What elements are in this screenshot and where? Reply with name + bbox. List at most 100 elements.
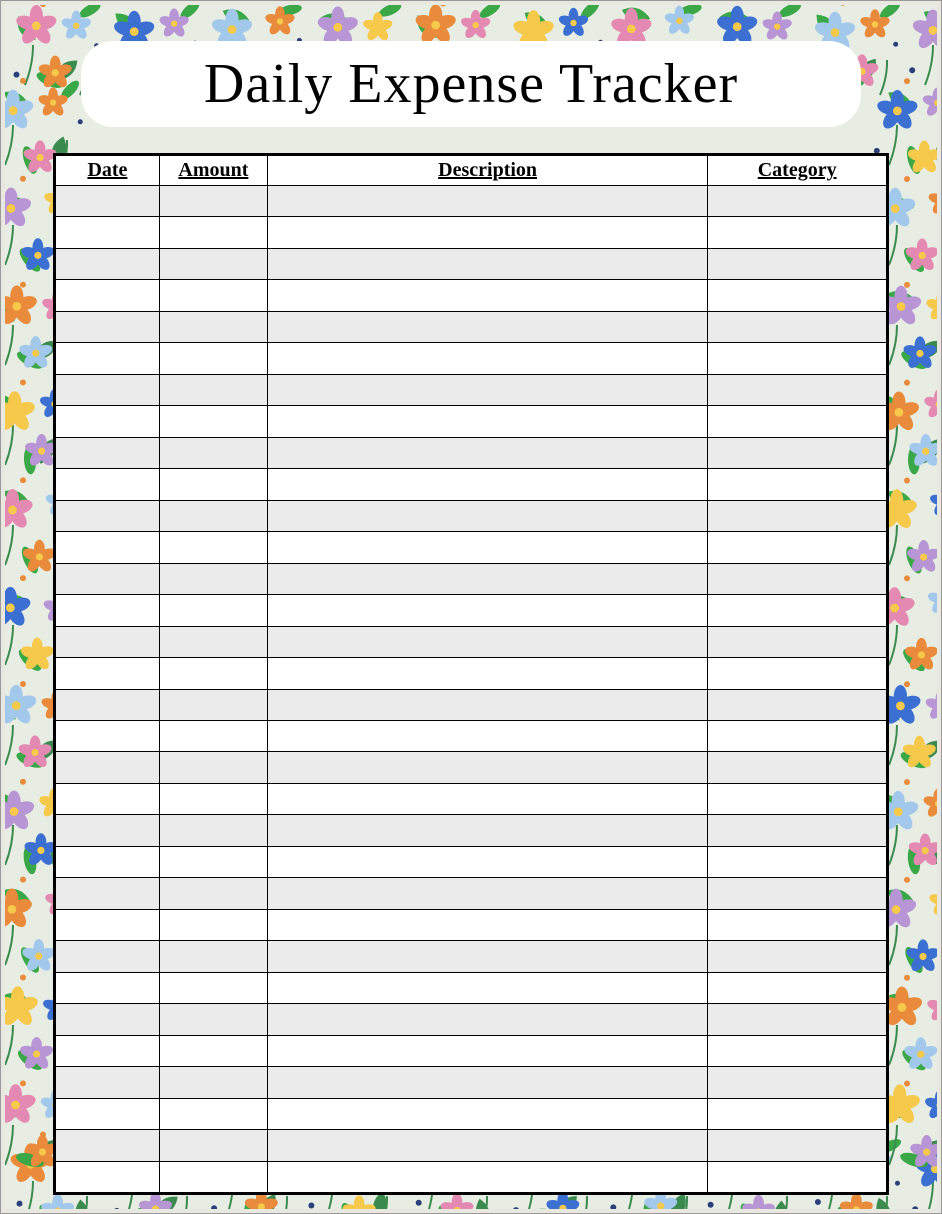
table-cell[interactable] xyxy=(708,1161,887,1192)
table-cell[interactable] xyxy=(708,500,887,531)
table-cell[interactable] xyxy=(159,437,267,468)
table-cell[interactable] xyxy=(56,1130,160,1161)
table-cell[interactable] xyxy=(159,248,267,279)
table-cell[interactable] xyxy=(159,374,267,405)
table-cell[interactable] xyxy=(56,1035,160,1066)
table-cell[interactable] xyxy=(267,878,707,909)
table-cell[interactable] xyxy=(56,752,160,783)
table-cell[interactable] xyxy=(56,437,160,468)
table-cell[interactable] xyxy=(159,720,267,751)
table-cell[interactable] xyxy=(159,1161,267,1192)
table-cell[interactable] xyxy=(267,374,707,405)
table-cell[interactable] xyxy=(708,1067,887,1098)
table-cell[interactable] xyxy=(56,311,160,342)
table-cell[interactable] xyxy=(159,1004,267,1035)
table-cell[interactable] xyxy=(56,815,160,846)
table-cell[interactable] xyxy=(56,1098,160,1129)
table-cell[interactable] xyxy=(708,1004,887,1035)
table-cell[interactable] xyxy=(267,720,707,751)
table-cell[interactable] xyxy=(708,720,887,751)
table-cell[interactable] xyxy=(56,689,160,720)
table-cell[interactable] xyxy=(708,689,887,720)
table-cell[interactable] xyxy=(708,972,887,1003)
table-cell[interactable] xyxy=(708,280,887,311)
table-cell[interactable] xyxy=(159,658,267,689)
table-cell[interactable] xyxy=(267,311,707,342)
table-cell[interactable] xyxy=(267,626,707,657)
table-cell[interactable] xyxy=(159,846,267,877)
table-cell[interactable] xyxy=(267,815,707,846)
table-cell[interactable] xyxy=(267,1035,707,1066)
table-cell[interactable] xyxy=(267,532,707,563)
table-cell[interactable] xyxy=(56,941,160,972)
table-cell[interactable] xyxy=(708,248,887,279)
table-cell[interactable] xyxy=(267,783,707,814)
table-cell[interactable] xyxy=(267,1130,707,1161)
table-cell[interactable] xyxy=(708,217,887,248)
table-cell[interactable] xyxy=(56,972,160,1003)
table-cell[interactable] xyxy=(267,563,707,594)
table-cell[interactable] xyxy=(267,658,707,689)
table-cell[interactable] xyxy=(56,783,160,814)
table-cell[interactable] xyxy=(159,1130,267,1161)
table-cell[interactable] xyxy=(708,469,887,500)
table-cell[interactable] xyxy=(267,595,707,626)
table-cell[interactable] xyxy=(267,343,707,374)
table-cell[interactable] xyxy=(56,374,160,405)
table-cell[interactable] xyxy=(159,311,267,342)
table-cell[interactable] xyxy=(159,941,267,972)
table-cell[interactable] xyxy=(56,658,160,689)
table-cell[interactable] xyxy=(56,720,160,751)
table-cell[interactable] xyxy=(267,1161,707,1192)
table-cell[interactable] xyxy=(708,1098,887,1129)
table-cell[interactable] xyxy=(708,1035,887,1066)
table-cell[interactable] xyxy=(159,343,267,374)
table-cell[interactable] xyxy=(56,626,160,657)
table-cell[interactable] xyxy=(708,374,887,405)
table-cell[interactable] xyxy=(56,1161,160,1192)
table-cell[interactable] xyxy=(159,1067,267,1098)
table-cell[interactable] xyxy=(159,500,267,531)
table-cell[interactable] xyxy=(56,186,160,217)
table-cell[interactable] xyxy=(159,563,267,594)
table-cell[interactable] xyxy=(159,217,267,248)
table-cell[interactable] xyxy=(267,1067,707,1098)
table-cell[interactable] xyxy=(56,469,160,500)
table-cell[interactable] xyxy=(267,1098,707,1129)
table-cell[interactable] xyxy=(159,469,267,500)
table-cell[interactable] xyxy=(267,972,707,1003)
table-cell[interactable] xyxy=(267,941,707,972)
table-cell[interactable] xyxy=(159,595,267,626)
table-cell[interactable] xyxy=(56,1004,160,1035)
table-cell[interactable] xyxy=(56,846,160,877)
table-cell[interactable] xyxy=(708,783,887,814)
table-cell[interactable] xyxy=(708,626,887,657)
table-cell[interactable] xyxy=(159,878,267,909)
table-cell[interactable] xyxy=(267,1004,707,1035)
table-cell[interactable] xyxy=(267,909,707,940)
table-cell[interactable] xyxy=(267,437,707,468)
table-cell[interactable] xyxy=(267,469,707,500)
table-cell[interactable] xyxy=(708,532,887,563)
table-cell[interactable] xyxy=(267,217,707,248)
table-cell[interactable] xyxy=(267,248,707,279)
table-cell[interactable] xyxy=(159,909,267,940)
table-cell[interactable] xyxy=(267,500,707,531)
table-cell[interactable] xyxy=(56,563,160,594)
table-cell[interactable] xyxy=(56,532,160,563)
table-cell[interactable] xyxy=(708,343,887,374)
table-cell[interactable] xyxy=(708,186,887,217)
table-cell[interactable] xyxy=(708,878,887,909)
table-cell[interactable] xyxy=(708,658,887,689)
table-cell[interactable] xyxy=(159,752,267,783)
table-cell[interactable] xyxy=(159,972,267,1003)
table-cell[interactable] xyxy=(56,406,160,437)
table-cell[interactable] xyxy=(708,406,887,437)
table-cell[interactable] xyxy=(56,595,160,626)
table-cell[interactable] xyxy=(708,846,887,877)
table-cell[interactable] xyxy=(159,186,267,217)
table-cell[interactable] xyxy=(708,752,887,783)
table-cell[interactable] xyxy=(159,783,267,814)
table-cell[interactable] xyxy=(267,186,707,217)
table-cell[interactable] xyxy=(267,406,707,437)
